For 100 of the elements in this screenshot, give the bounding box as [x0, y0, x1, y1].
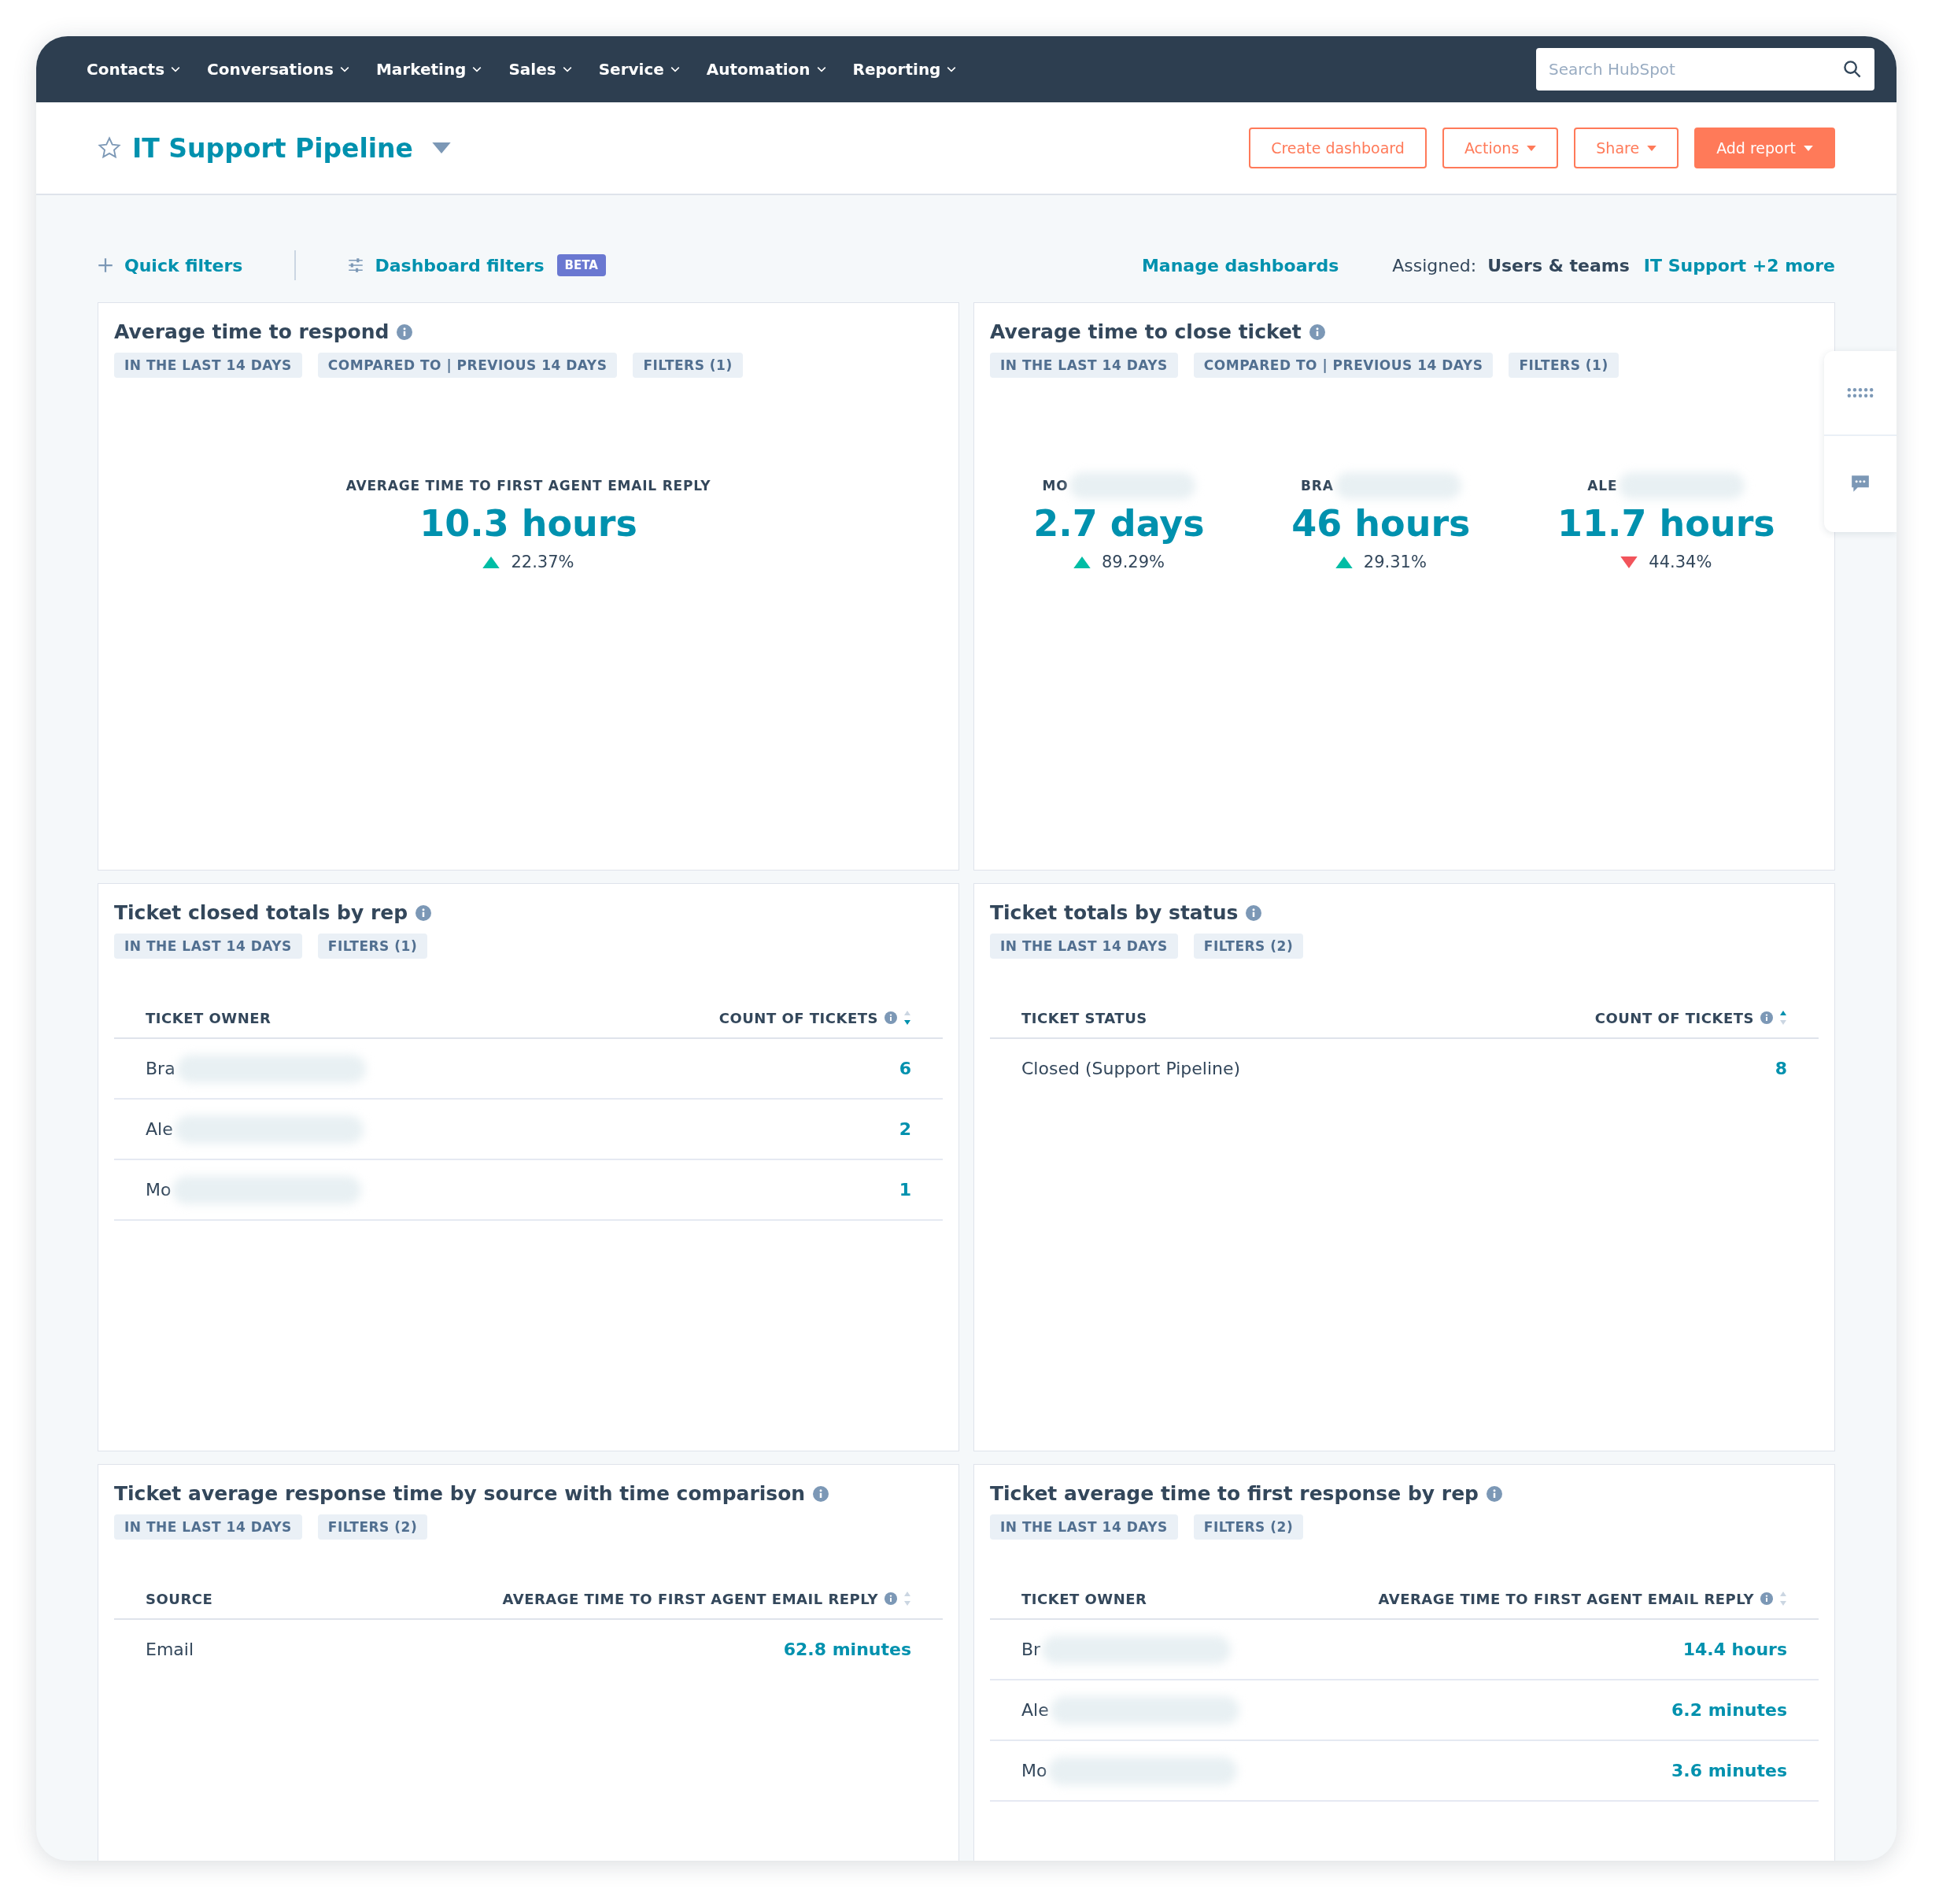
info-icon[interactable]: [1760, 1592, 1773, 1605]
metric-label: AVERAGE TIME TO FIRST AGENT EMAIL REPLY: [345, 478, 711, 494]
filter-tag[interactable]: IN THE LAST 14 DAYS: [990, 1514, 1178, 1540]
nav-menu-item[interactable]: Conversations: [204, 57, 353, 82]
info-icon[interactable]: [813, 1485, 829, 1502]
table-cell[interactable]: 2: [899, 1119, 911, 1139]
search-field[interactable]: Search HubSpot: [1536, 48, 1874, 91]
info-icon[interactable]: [885, 1011, 897, 1024]
metric-value: 11.7 hours: [1557, 502, 1775, 545]
nav-menu-item[interactable]: Automation: [703, 57, 829, 82]
header-button[interactable]: Share: [1574, 128, 1679, 168]
metric-value: 10.3 hours: [419, 502, 637, 545]
caret-icon[interactable]: [432, 142, 451, 153]
header-button[interactable]: Add report: [1694, 128, 1835, 168]
table-cell[interactable]: 8: [1775, 1059, 1787, 1078]
filter-tag[interactable]: FILTERS (1): [1509, 353, 1619, 378]
table-cell[interactable]: 1: [899, 1180, 911, 1200]
chevron-down-icon: [171, 66, 181, 72]
metric-value: 2.7 days: [1033, 502, 1205, 545]
report-title: Average time to respond: [114, 320, 390, 343]
assigned-value: Users & teams: [1487, 255, 1630, 275]
filter-tag[interactable]: FILTERS (1): [633, 353, 743, 378]
table-cell: Email: [146, 1640, 194, 1659]
report-title: Ticket average response time by source with time comparison: [114, 1482, 806, 1505]
favorite-star-icon[interactable]: [98, 136, 121, 160]
caret-icon: [1804, 145, 1813, 151]
chevron-down-icon: [947, 66, 957, 72]
filter-tag[interactable]: IN THE LAST 14 DAYS: [990, 934, 1178, 959]
info-icon[interactable]: [1246, 904, 1262, 921]
table-cell[interactable]: 3.6 minutes: [1671, 1761, 1787, 1780]
search-icon: [1843, 60, 1862, 79]
nav-menu-item[interactable]: Reporting: [849, 57, 960, 82]
column-header: SOURCE: [146, 1590, 213, 1607]
column-header: TICKET OWNER: [146, 1009, 271, 1026]
metric-value: 46 hours: [1291, 502, 1471, 545]
quick-filters-button[interactable]: Quick filters: [98, 255, 243, 275]
table-cell[interactable]: 62.8 minutes: [783, 1640, 911, 1659]
report-title: Ticket totals by status: [990, 901, 1239, 924]
chevron-down-icon: [562, 66, 572, 72]
filter-tag[interactable]: IN THE LAST 14 DAYS: [990, 353, 1178, 378]
dashboard-filters-button[interactable]: Dashboard filters: [348, 255, 545, 275]
plus-icon: [98, 257, 113, 273]
info-icon[interactable]: [416, 904, 432, 921]
table-cell[interactable]: 14.4 hours: [1682, 1640, 1787, 1659]
report-title: Ticket average time to first response by rep: [990, 1482, 1479, 1505]
table-cell: Ale: [1021, 1700, 1049, 1720]
metric-label: MO: [1042, 478, 1069, 494]
nav-menu-item[interactable]: Sales: [505, 57, 575, 82]
change-percentage: 89.29%: [1101, 553, 1165, 571]
chevron-down-icon: [339, 66, 349, 72]
manage-dashboards-link[interactable]: Manage dashboards: [1141, 255, 1339, 275]
chevron-down-icon: [472, 66, 482, 72]
column-header[interactable]: AVERAGE TIME TO FIRST AGENT EMAIL REPLY: [1378, 1590, 1754, 1607]
caret-icon: [1527, 145, 1537, 151]
dashboard-title[interactable]: IT Support Pipeline: [132, 132, 413, 164]
filter-tag[interactable]: COMPARED TO | PREVIOUS 14 DAYS: [317, 353, 618, 378]
table-cell[interactable]: 6.2 minutes: [1671, 1700, 1787, 1720]
column-header[interactable]: AVERAGE TIME TO FIRST AGENT EMAIL REPLY: [502, 1590, 878, 1607]
chevron-down-icon: [670, 66, 680, 72]
info-icon[interactable]: [885, 1592, 897, 1605]
filter-tag[interactable]: FILTERS (2): [1193, 934, 1304, 959]
nav-menu-item[interactable]: Marketing: [372, 57, 486, 82]
column-header: TICKET OWNER: [1021, 1590, 1147, 1607]
beta-badge: BETA: [556, 254, 606, 276]
info-icon[interactable]: [1487, 1485, 1502, 1502]
table-cell: Br: [1021, 1640, 1041, 1659]
filter-tag[interactable]: FILTERS (2): [317, 1514, 428, 1540]
column-header[interactable]: COUNT OF TICKETS: [718, 1009, 878, 1026]
grid-dots-icon[interactable]: [1847, 387, 1874, 398]
sort-icon[interactable]: [903, 1009, 911, 1026]
sliders-icon: [348, 257, 364, 273]
chat-bubble-icon[interactable]: [1850, 474, 1871, 494]
caret-icon: [1647, 145, 1657, 151]
info-icon[interactable]: [397, 323, 413, 340]
chevron-down-icon: [816, 66, 826, 72]
nav-menu-item[interactable]: Service: [595, 57, 683, 82]
table-cell: Closed (Support Pipeline): [1021, 1059, 1241, 1078]
filter-tag[interactable]: COMPARED TO | PREVIOUS 14 DAYS: [1193, 353, 1494, 378]
filter-tag[interactable]: FILTERS (1): [317, 934, 428, 959]
filter-tag[interactable]: IN THE LAST 14 DAYS: [114, 934, 302, 959]
filter-tag[interactable]: IN THE LAST 14 DAYS: [114, 1514, 302, 1540]
change-percentage: 22.37%: [511, 553, 574, 571]
metric-label: ALE: [1587, 478, 1618, 494]
report-title: Ticket closed totals by rep: [114, 901, 408, 924]
assigned-teams-link[interactable]: IT Support +2 more: [1643, 255, 1835, 275]
filter-tag[interactable]: FILTERS (2): [1193, 1514, 1304, 1540]
header-button[interactable]: Create dashboard: [1249, 128, 1427, 168]
info-icon[interactable]: [1309, 323, 1325, 340]
report-title: Average time to close ticket: [990, 320, 1302, 343]
column-header[interactable]: COUNT OF TICKETS: [1594, 1009, 1754, 1026]
metric-label: BRA: [1301, 478, 1334, 494]
filter-tag[interactable]: IN THE LAST 14 DAYS: [114, 353, 302, 378]
sort-icon[interactable]: [1779, 1009, 1787, 1026]
table-cell[interactable]: 6: [899, 1059, 911, 1078]
info-icon[interactable]: [1760, 1011, 1773, 1024]
table-cell: Mo: [1021, 1761, 1047, 1780]
header-button[interactable]: Actions: [1442, 128, 1559, 168]
nav-menu-item[interactable]: Contacts: [83, 57, 184, 82]
change-percentage: 29.31%: [1363, 553, 1427, 571]
assigned-label: Assigned:: [1392, 255, 1477, 275]
